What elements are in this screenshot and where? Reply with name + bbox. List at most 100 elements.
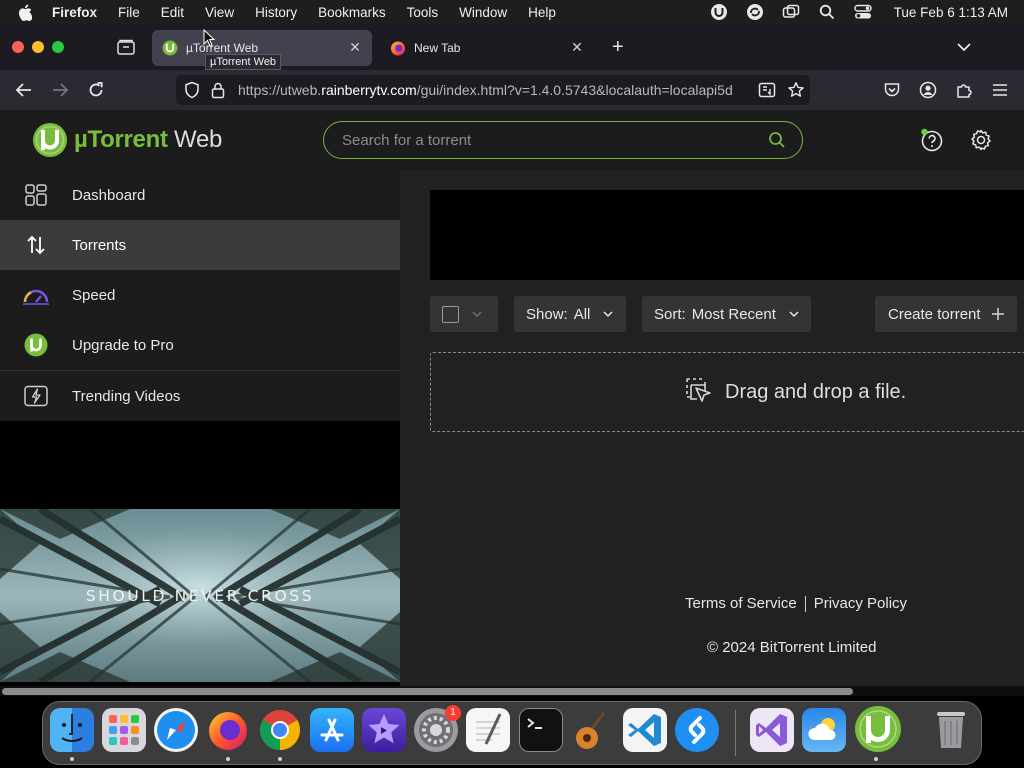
menu-tools[interactable]: Tools [407, 5, 439, 20]
settings-gear-icon[interactable] [969, 128, 993, 152]
url-text[interactable]: https://utweb.rainberrytv.com/gui/index.… [238, 82, 748, 98]
menu-history[interactable]: History [255, 5, 297, 20]
bookmark-star-icon[interactable] [787, 81, 805, 99]
dock-chrome-icon[interactable] [258, 708, 302, 752]
menu-bar: Firefox File Edit View History Bookmarks… [0, 0, 1024, 24]
reload-icon[interactable] [86, 80, 106, 100]
terms-of-service-link[interactable]: Terms of Service [685, 595, 797, 612]
dock-textedit-icon[interactable] [466, 708, 510, 752]
back-arrow-icon[interactable] [14, 80, 34, 100]
spotlight-search-icon[interactable] [818, 3, 836, 21]
window-zoom-button[interactable] [52, 41, 64, 53]
dock-weather-icon[interactable] [802, 708, 846, 752]
firefox-view-icon[interactable] [116, 38, 136, 56]
sort-value: Most Recent [691, 305, 776, 323]
menu-file[interactable]: File [118, 5, 140, 20]
file-drop-zone[interactable]: Drag and drop a file. [430, 352, 1024, 432]
dock-garageband-icon[interactable] [571, 708, 615, 752]
utorrent-status-icon[interactable] [710, 3, 728, 21]
menu-window[interactable]: Window [459, 5, 507, 20]
dock-imovie-icon[interactable] [362, 708, 406, 752]
tab-title: New Tab [414, 41, 461, 55]
trending-video-player[interactable]: SHOULD NEVER CROSS [0, 509, 400, 682]
dock-utorrent-icon[interactable] [854, 705, 902, 753]
sidebar-item-trending-videos[interactable]: Trending Videos [0, 371, 400, 421]
sync-status-icon[interactable] [746, 3, 764, 21]
help-icon[interactable] [920, 128, 944, 152]
address-bar[interactable]: https://utweb.rainberrytv.com/gui/index.… [176, 75, 810, 105]
torrent-search-box[interactable] [323, 121, 803, 159]
account-icon[interactable] [918, 80, 938, 100]
tab-list-chevron-icon[interactable] [955, 39, 973, 55]
dock-vscode-icon[interactable] [623, 708, 667, 752]
lock-icon[interactable] [210, 81, 226, 99]
horizontal-scrollbar-thumb[interactable] [2, 688, 853, 695]
tracking-shield-icon[interactable] [184, 81, 202, 99]
tab-tooltip: µTorrent Web [205, 54, 282, 70]
chevron-down-icon[interactable] [471, 308, 483, 320]
new-tab-plus-icon[interactable]: + [612, 37, 630, 57]
menu-edit[interactable]: Edit [161, 5, 184, 20]
screen: Firefox File Edit View History Bookmarks… [0, 0, 1024, 768]
dock-finder-icon[interactable] [50, 708, 94, 752]
dock-running-indicator [874, 757, 878, 761]
menu-view[interactable]: View [205, 5, 234, 20]
apple-icon[interactable] [18, 4, 36, 21]
select-all-checkbox[interactable] [442, 305, 459, 323]
menu-clock[interactable]: Tue Feb 6 1:13 AM [894, 5, 1008, 20]
pocket-icon[interactable] [882, 80, 902, 100]
dock-visual-studio-icon[interactable] [750, 708, 794, 752]
url-path: /gui/index.html?v=1.4.0.5743&localauth=l… [416, 82, 733, 98]
menu-app-name[interactable]: Firefox [52, 5, 97, 20]
reader-view-icon[interactable] [758, 81, 776, 99]
dock-launchpad-icon[interactable] [102, 708, 146, 752]
menu-help[interactable]: Help [528, 5, 556, 20]
app-logo[interactable]: µTorrent Web [32, 122, 222, 158]
dock-shazam-icon[interactable] [675, 708, 719, 752]
extensions-puzzle-icon[interactable] [954, 80, 974, 100]
sidebar-item-torrents[interactable]: Torrents [0, 220, 400, 270]
copyright-text: © 2024 BitTorrent Limited [707, 639, 877, 656]
sidebar-item-upgrade-to-pro[interactable]: Upgrade to Pro [0, 320, 400, 370]
drag-drop-cursor-icon [685, 377, 715, 407]
privacy-policy-link[interactable]: Privacy Policy [814, 595, 907, 612]
show-filter-dropdown[interactable]: Show: All [514, 296, 626, 332]
window-minimize-button[interactable] [32, 41, 44, 53]
app-header: µTorrent Web [0, 110, 1024, 170]
select-all-dropdown[interactable] [430, 296, 498, 332]
show-value: All [573, 305, 591, 323]
dock-trash-icon[interactable] [929, 706, 973, 750]
dock-firefox-icon[interactable] [206, 708, 250, 752]
dock-terminal-icon[interactable] [519, 708, 563, 752]
browser-tab-strip: µTorrent Web ✕ New Tab ✕ + [0, 24, 1024, 70]
sort-dropdown[interactable]: Sort: Most Recent [642, 296, 811, 332]
dock-app-store-icon[interactable] [310, 708, 354, 752]
tab-close-icon[interactable]: ✕ [348, 40, 362, 54]
forward-arrow-icon[interactable] [50, 80, 70, 100]
menu-bookmarks[interactable]: Bookmarks [318, 5, 386, 20]
window-switcher-icon[interactable] [782, 3, 800, 21]
tab-close-icon[interactable]: ✕ [570, 40, 584, 54]
sidebar-label: Upgrade to Pro [72, 336, 174, 354]
tab-new-tab[interactable]: New Tab ✕ [380, 30, 594, 66]
sidebar-item-dashboard[interactable]: Dashboard [0, 170, 400, 220]
sidebar-label: Speed [72, 286, 116, 304]
tab-title: µTorrent Web [186, 41, 259, 55]
plus-icon [991, 307, 1005, 321]
window-close-button[interactable] [12, 41, 24, 53]
utorrent-logo-icon [23, 332, 49, 358]
create-torrent-label: Create torrent [888, 305, 981, 323]
control-center-icon[interactable] [853, 3, 872, 21]
torrent-search-input[interactable] [342, 130, 742, 150]
sidebar: Dashboard Torrents Speed Upgrade to Pro [0, 170, 400, 421]
dock-safari-icon[interactable] [154, 708, 198, 752]
search-icon[interactable] [768, 131, 786, 149]
chevron-down-icon [788, 308, 800, 320]
sidebar-item-speed[interactable]: Speed [0, 270, 400, 320]
utorrent-logo-icon [33, 123, 67, 157]
hamburger-menu-icon[interactable] [990, 80, 1010, 100]
utorrent-favicon-icon [162, 40, 178, 56]
dock-running-indicator [70, 757, 74, 761]
footer-separator [804, 595, 806, 612]
create-torrent-button[interactable]: Create torrent [875, 296, 1017, 332]
